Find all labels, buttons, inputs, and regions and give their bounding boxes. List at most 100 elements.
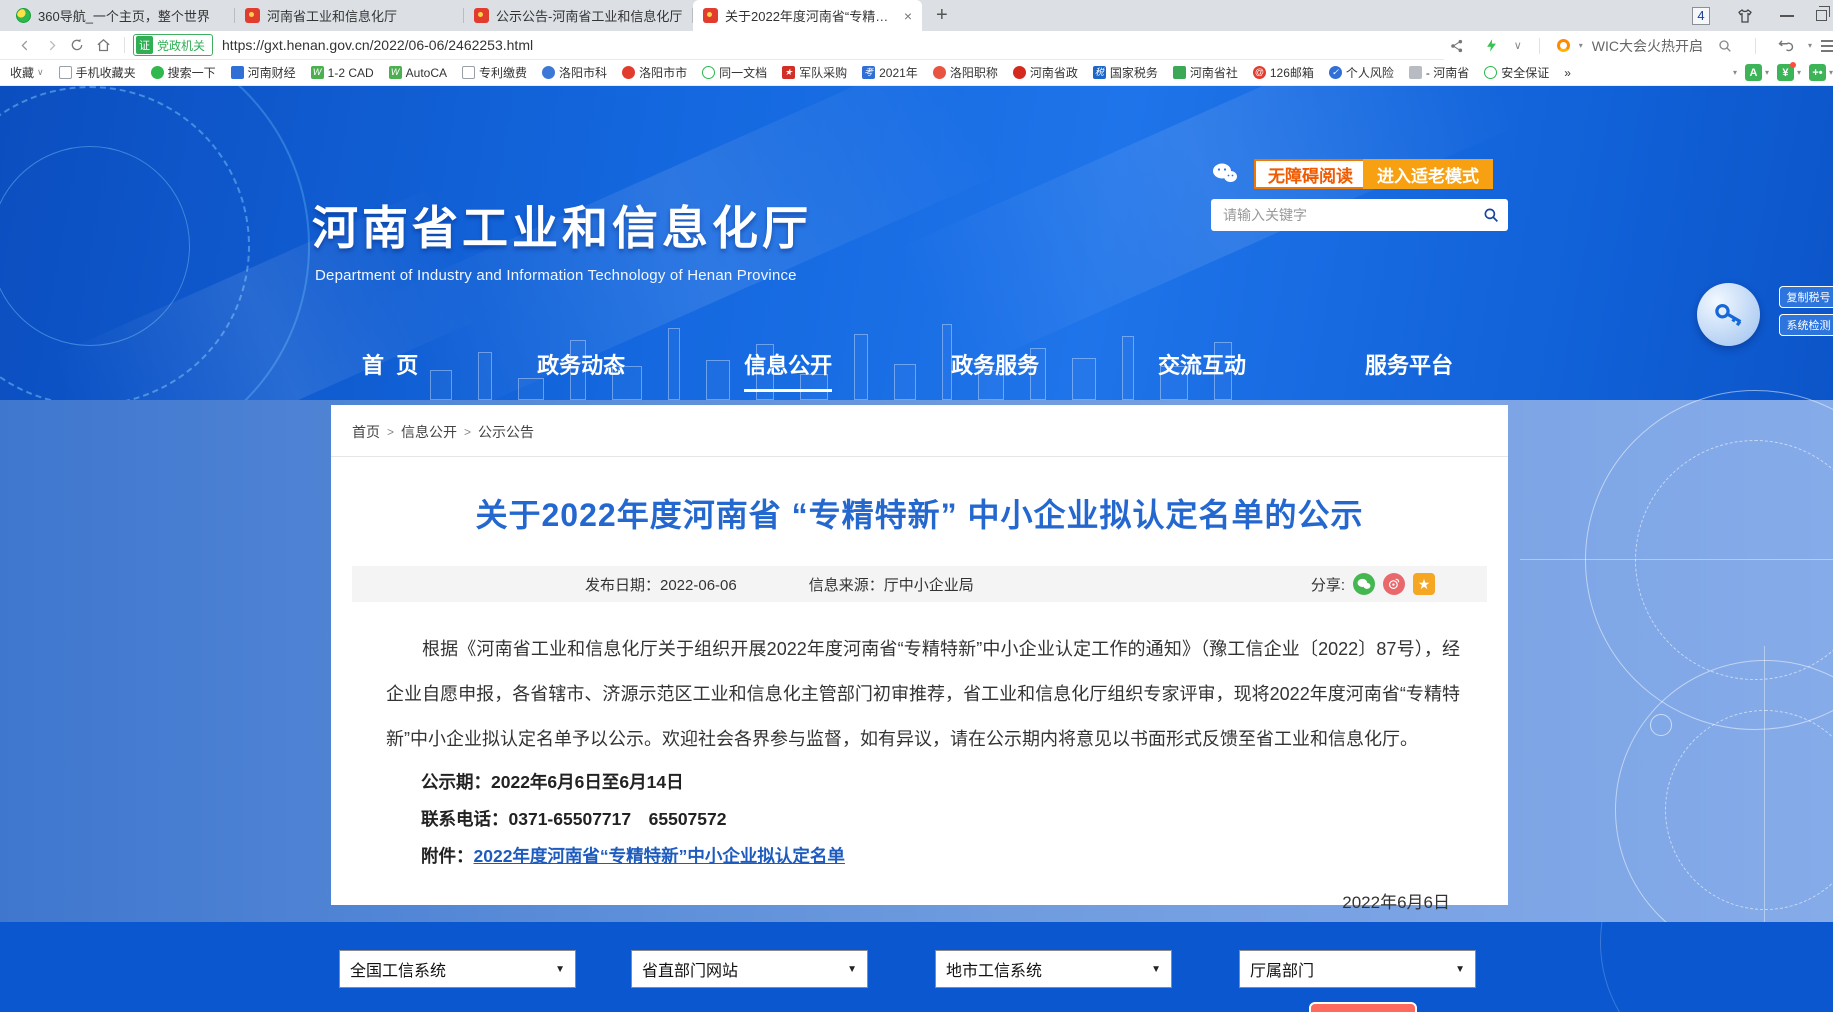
caret-down-icon[interactable]: ▾ bbox=[1765, 68, 1769, 77]
publish-date: 发布日期：2022-06-06 bbox=[585, 574, 737, 595]
footer-select-provincial-departments[interactable]: 省直部门网站 ▼ bbox=[631, 950, 868, 988]
bookmark-item[interactable]: 税国家税务 bbox=[1093, 64, 1158, 81]
bookmark-item[interactable]: 河南财经 bbox=[231, 64, 296, 81]
nav-item-platform[interactable]: 服务平台 bbox=[1365, 348, 1453, 392]
caret-down-icon[interactable]: ▾ bbox=[1808, 41, 1812, 50]
wechat-icon[interactable] bbox=[1212, 162, 1238, 184]
partial-floating-widget[interactable] bbox=[1309, 1002, 1417, 1012]
footer-select-national-systems[interactable]: 全国工信系统 ▼ bbox=[339, 950, 576, 988]
share-wechat-icon[interactable] bbox=[1353, 573, 1375, 595]
bookmark-item[interactable]: » bbox=[1564, 66, 1571, 80]
url-text[interactable]: https://gxt.henan.gov.cn/2022/06-06/2462… bbox=[222, 37, 533, 53]
browser-tab-3[interactable]: 公示公告-河南省工业和信息化厅 bbox=[464, 0, 693, 31]
bookmark-item[interactable]: ✓个人风险 bbox=[1329, 64, 1394, 81]
bookmark-item[interactable]: - 河南省 bbox=[1409, 64, 1469, 81]
bookmark-item[interactable]: 河南省社 bbox=[1173, 64, 1238, 81]
back-button[interactable] bbox=[12, 33, 38, 57]
bookmark-item[interactable]: 洛阳职称 bbox=[933, 64, 998, 81]
footer-select-city-systems[interactable]: 地市工信系统 ▼ bbox=[935, 950, 1172, 988]
bookmark-item[interactable]: WAutoCA bbox=[389, 66, 447, 80]
tab-close-icon[interactable]: × bbox=[904, 9, 912, 23]
bookmark-item[interactable]: 专利缴费 bbox=[462, 64, 527, 81]
chevron-down-icon[interactable]: ∨ bbox=[1514, 39, 1522, 52]
system-check-button[interactable]: 系统检测 bbox=[1779, 314, 1833, 336]
restore-button[interactable] bbox=[1816, 10, 1827, 21]
scissors-icon: ✂ bbox=[1713, 64, 1730, 81]
bookmark-label: 1-2 CAD bbox=[328, 66, 374, 80]
bookmark-item[interactable]: 安全保证 bbox=[1484, 64, 1549, 81]
search-engine-logo-icon[interactable] bbox=[1557, 39, 1570, 52]
new-tab-button[interactable]: + bbox=[936, 4, 948, 27]
site-cert-badge[interactable]: 证 党政机关 bbox=[133, 34, 213, 56]
screenshot-tool-button[interactable]: ✂▾ bbox=[1713, 64, 1737, 81]
deco-circle bbox=[1650, 714, 1672, 736]
attachment-link[interactable]: 2022年度河南省“专精特新”中小企业拟认定名单 bbox=[474, 846, 845, 866]
forward-button[interactable] bbox=[38, 33, 64, 57]
bookmark-favicon bbox=[231, 66, 244, 79]
home-button[interactable] bbox=[90, 33, 116, 57]
share-weibo-icon[interactable] bbox=[1383, 573, 1405, 595]
translate-icon: A bbox=[1745, 64, 1762, 81]
bookmark-item[interactable]: 河南省政 bbox=[1013, 64, 1078, 81]
browser-tab-2[interactable]: 河南省工业和信息化厅 bbox=[235, 0, 464, 31]
copy-tax-number-button[interactable]: 复制税号 bbox=[1779, 286, 1833, 308]
breadcrumb-home[interactable]: 首页 bbox=[352, 422, 380, 442]
deco-circle bbox=[1600, 922, 1833, 1012]
bookmark-item[interactable]: ★军队采购 bbox=[782, 64, 847, 81]
bookmark-item[interactable]: 洛阳市市 bbox=[622, 64, 687, 81]
bookmark-item[interactable]: 搜索一下 bbox=[151, 64, 216, 81]
browser-tab-1[interactable]: 360导航_一个主页，整个世界 bbox=[6, 0, 235, 31]
nav-item-info-disclosure[interactable]: 信息公开 bbox=[744, 348, 832, 392]
elder-mode-button[interactable]: 进入适老模式 bbox=[1363, 159, 1493, 189]
bookmark-label: 河南省政 bbox=[1030, 64, 1078, 81]
undo-button[interactable] bbox=[1773, 34, 1799, 58]
select-arrow-icon: ▼ bbox=[555, 964, 565, 975]
tab-count-button[interactable]: 4 bbox=[1692, 7, 1710, 25]
nav-item-interaction[interactable]: 交流互动 bbox=[1158, 348, 1246, 392]
bookmark-item[interactable]: 同一文档 bbox=[702, 64, 767, 81]
bookmark-item[interactable]: 收藏∨ bbox=[10, 64, 44, 81]
bookmark-label: 手机收藏夹 bbox=[76, 64, 136, 81]
address-bar-tools: ∨ ▾ WIC大会火热开启 ▾ bbox=[1444, 31, 1833, 60]
nav-item-services[interactable]: 政务服务 bbox=[951, 348, 1039, 392]
bookmark-item[interactable]: @126邮箱 bbox=[1253, 64, 1314, 81]
menu-icon[interactable] bbox=[1821, 40, 1833, 52]
shopping-tool-button[interactable]: ¥▾ bbox=[1777, 64, 1801, 81]
key-icon bbox=[1709, 295, 1748, 334]
bookmarks-bar-tools: ✂▾ A▾ ¥▾ +•▾ bbox=[1713, 64, 1833, 81]
search-input[interactable] bbox=[1211, 199, 1474, 231]
skin-button[interactable] bbox=[1732, 4, 1758, 28]
accelerate-button[interactable] bbox=[1479, 34, 1505, 58]
tab-label: 河南省工业和信息化厅 bbox=[267, 6, 454, 25]
bookmark-favicon bbox=[1484, 66, 1497, 79]
nav-item-news[interactable]: 政务动态 bbox=[537, 348, 625, 392]
search-submit-icon[interactable] bbox=[1474, 206, 1508, 224]
notice-period-line: 公示期：2022年6月6日至6月14日 bbox=[386, 766, 1508, 799]
site-search-box bbox=[1211, 199, 1508, 231]
bookmark-item[interactable]: 手机收藏夹 bbox=[59, 64, 136, 81]
caret-down-icon[interactable]: ▾ bbox=[1579, 41, 1583, 50]
breadcrumb-info-disclosure[interactable]: 信息公开 bbox=[401, 422, 457, 442]
translate-tool-button[interactable]: A▾ bbox=[1745, 64, 1769, 81]
article-body: 根据《河南省工业和信息化厅关于组织开展2022年度河南省“专精特新”中小企业认定… bbox=[386, 627, 1460, 762]
share-button[interactable] bbox=[1444, 34, 1470, 58]
footer-select-affiliated-departments[interactable]: 厅属部门 ▼ bbox=[1239, 950, 1476, 988]
nav-item-home[interactable]: 首 页 bbox=[362, 348, 418, 392]
bookmark-item[interactable]: W1-2 CAD bbox=[311, 66, 374, 80]
accessibility-reading-button[interactable]: 无障碍阅读 bbox=[1254, 159, 1367, 189]
bookmark-item[interactable]: 洛阳市科 bbox=[542, 64, 607, 81]
add-tool-button[interactable]: +•▾ bbox=[1809, 64, 1833, 81]
search-promo-text[interactable]: WIC大会火热开启 bbox=[1592, 36, 1703, 56]
refresh-button[interactable] bbox=[64, 33, 90, 57]
caret-down-icon[interactable]: ▾ bbox=[1797, 68, 1801, 77]
search-icon[interactable] bbox=[1712, 34, 1738, 58]
tax-key-widget[interactable] bbox=[1697, 283, 1760, 346]
bookmark-item[interactable]: 考2021年 bbox=[862, 64, 918, 81]
browser-tab-active[interactable]: 关于2022年度河南省“专精特新” × bbox=[693, 0, 922, 31]
caret-down-icon[interactable]: ▾ bbox=[1829, 68, 1833, 77]
caret-down-icon[interactable]: ▾ bbox=[1733, 68, 1737, 77]
chevron-down-icon[interactable]: ∨ bbox=[37, 67, 44, 78]
breadcrumb-announcements[interactable]: 公示公告 bbox=[478, 422, 534, 442]
minimize-button[interactable] bbox=[1780, 15, 1794, 17]
share-qzone-icon[interactable]: ★ bbox=[1413, 573, 1435, 595]
